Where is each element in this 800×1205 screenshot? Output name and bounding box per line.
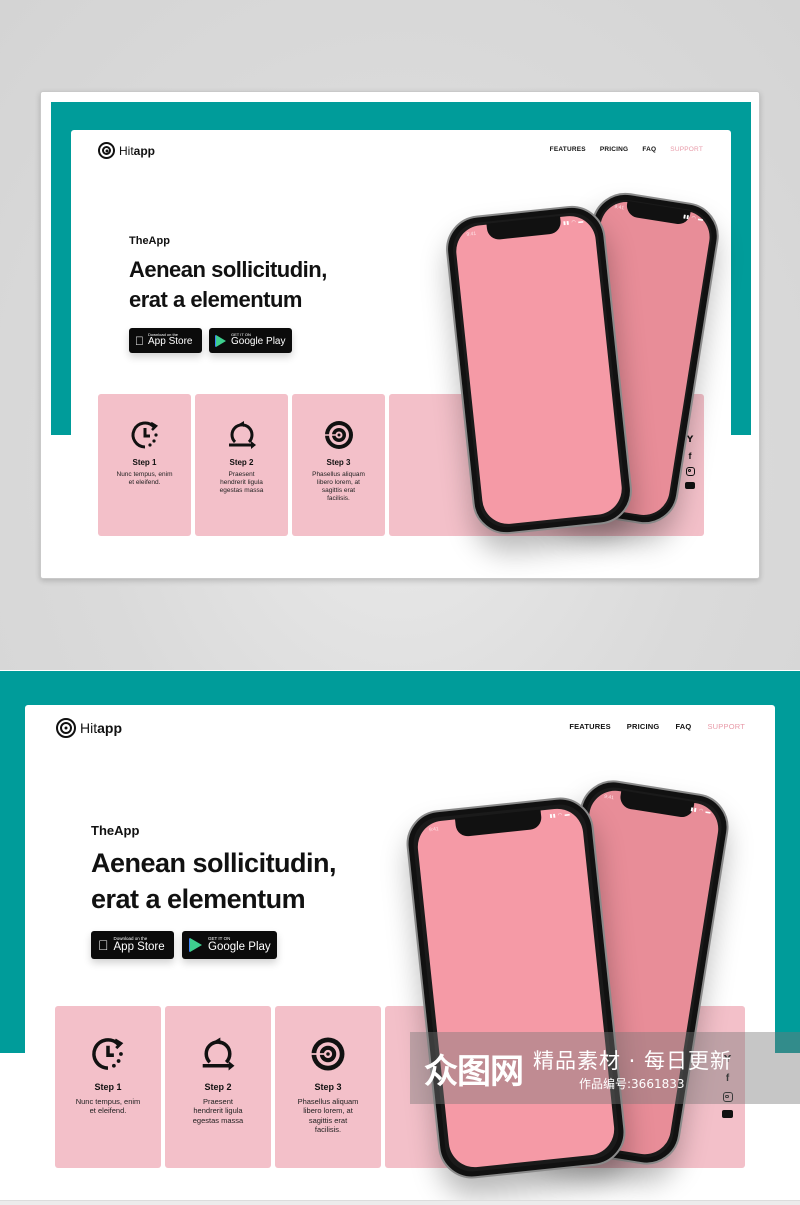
clock-refresh-icon [92, 1038, 124, 1070]
app-store-label: App Store [139, 336, 192, 348]
store-badges:  Download on theApp Store GET IT ONGoog… [129, 328, 292, 353]
phone-front-time: 9:41 [428, 826, 440, 834]
top-nav: FEATURES PRICING FAQ SUPPORT [569, 722, 745, 731]
step-card-3: Step 3 Phasellus aliquam libero lorem, at… [275, 1006, 381, 1168]
step-2-title: Step 2 [229, 458, 254, 467]
step-card-2: Step 2 Praesent hendrerit ligula egestas m… [195, 394, 288, 536]
apple-icon:  [98, 937, 109, 953]
target-icon [324, 421, 353, 449]
nav-features[interactable]: FEATURES [550, 146, 586, 153]
step-card-3: Step 3 Phasellus aliquam libero lorem, at… [292, 394, 385, 536]
google-play-button[interactable]: GET IT ON Google Play [182, 931, 277, 959]
headline: Aenean sollicitudin, erat a elementum [91, 845, 337, 917]
phone-back-time: 9:41 [613, 203, 625, 212]
step-card-2: Step 2 Praesent hendrerit ligula egestas m… [165, 1006, 271, 1168]
step-1-desc: Nunc tempus, enim et eleifend. [116, 471, 173, 487]
google-play-icon [216, 334, 226, 347]
app-store-label: App Store [103, 941, 165, 954]
phone-mockups: 9:41 ▮▮ ◠ ▬ 9:41 ▮▮ ◠ ▬ [441, 187, 731, 548]
headline: Aenean sollicitudin, erat a elementum [129, 255, 327, 315]
watermark-overlay: 众图网 精品素材 · 每日更新 作品编号:3661833 [410, 1032, 800, 1104]
phone-front-time: 9:41 [466, 230, 477, 238]
step-3-desc: Phasellus aliquam libero lorem, at sagitti… [297, 1097, 359, 1135]
nav-faq[interactable]: FAQ [675, 722, 691, 731]
headline-line-2: erat a elementum [129, 287, 302, 312]
landing-page-bottom: Hitapp FEATURES PRICING FAQ SUPPORT TheA… [25, 705, 775, 1195]
google-play-label: Google Play [208, 941, 271, 954]
step-2-title: Step 2 [204, 1082, 232, 1092]
step-2-desc: Praesent hendrerit ligula egestas massa [192, 1097, 244, 1125]
step-3-title: Step 3 [326, 458, 351, 467]
nav-support[interactable]: SUPPORT [670, 146, 703, 153]
headline-line-1: Aenean sollicitudin, [91, 848, 337, 878]
logo-icon [98, 142, 115, 159]
eyebrow: TheApp [129, 235, 170, 247]
watermark-text: 精品素材 · 每日更新 作品编号:3661833 [533, 1045, 732, 1092]
nav-pricing[interactable]: PRICING [600, 146, 629, 153]
step-2-desc: Praesent hendrerit ligula egestas massa [219, 471, 264, 495]
step-3-desc: Phasellus aliquam libero lorem, at sagitti… [312, 471, 365, 503]
clock-refresh-icon [131, 421, 158, 449]
watermark-logo: 众图网 [424, 1052, 524, 1091]
app-store-button[interactable]:  Download on theApp Store [129, 328, 202, 353]
top-nav: FEATURES PRICING FAQ SUPPORT [550, 146, 703, 153]
step-card-1: Step 1 Nunc tempus, enim et eleifend. [98, 394, 191, 536]
logo-text: Hitapp [80, 720, 123, 736]
target-icon [311, 1037, 345, 1071]
phone-front: 9:41 ▮▮ ◠ ▬ [403, 794, 629, 1182]
logo-icon [56, 718, 76, 738]
watermark-tagline: 精品素材 · 每日更新 [533, 1048, 733, 1073]
step-3-title: Step 3 [314, 1082, 342, 1092]
google-play-button[interactable]: GET IT ON Google Play [209, 328, 292, 353]
top-mockup-frame: Hitapp FEATURES PRICING FAQ SUPPORT TheA… [40, 91, 760, 579]
nav-pricing[interactable]: PRICING [627, 722, 660, 731]
phone-mockups: 9:41 ▮▮ ◠ ▬ 9:41 ▮▮ ◠ ▬ [400, 775, 740, 1195]
app-store-button[interactable]:  Download on theApp Store [91, 931, 174, 959]
logo[interactable]: Hitapp [98, 142, 155, 159]
store-badges:  Download on theApp Store GET IT ONGoog… [91, 931, 277, 959]
loop-arrow-icon [228, 421, 256, 449]
bottom-edge [0, 1200, 800, 1205]
google-play-label: Google Play [231, 336, 286, 348]
eyebrow: TheApp [91, 823, 140, 838]
watermark-id: 作品编号:3661833 [579, 1076, 685, 1091]
nav-support[interactable]: SUPPORT [707, 722, 745, 731]
step-1-title: Step 1 [132, 458, 157, 467]
phone-front: 9:41 ▮▮ ◠ ▬ [442, 202, 636, 538]
step-1-desc: Nunc tempus, enim et eleifend. [75, 1097, 141, 1116]
nav-faq[interactable]: FAQ [642, 146, 656, 153]
nav-features[interactable]: FEATURES [569, 722, 610, 731]
step-card-1: Step 1 Nunc tempus, enim et eleifend. [55, 1006, 161, 1168]
phone-front-screen [415, 806, 617, 1170]
google-play-icon [190, 938, 202, 952]
logo[interactable]: Hitapp [56, 718, 122, 738]
phone-front-screen [453, 213, 625, 527]
apple-icon:  [135, 334, 144, 348]
step-1-title: Step 1 [94, 1082, 122, 1092]
phone-back-time: 9:41 [603, 793, 615, 802]
headline-line-2: erat a elementum [91, 884, 306, 914]
logo-text: Hitapp [119, 143, 156, 158]
headline-line-1: Aenean sollicitudin, [129, 257, 327, 282]
loop-arrow-icon [202, 1037, 235, 1071]
landing-page: Hitapp FEATURES PRICING FAQ SUPPORT TheA… [71, 130, 731, 570]
